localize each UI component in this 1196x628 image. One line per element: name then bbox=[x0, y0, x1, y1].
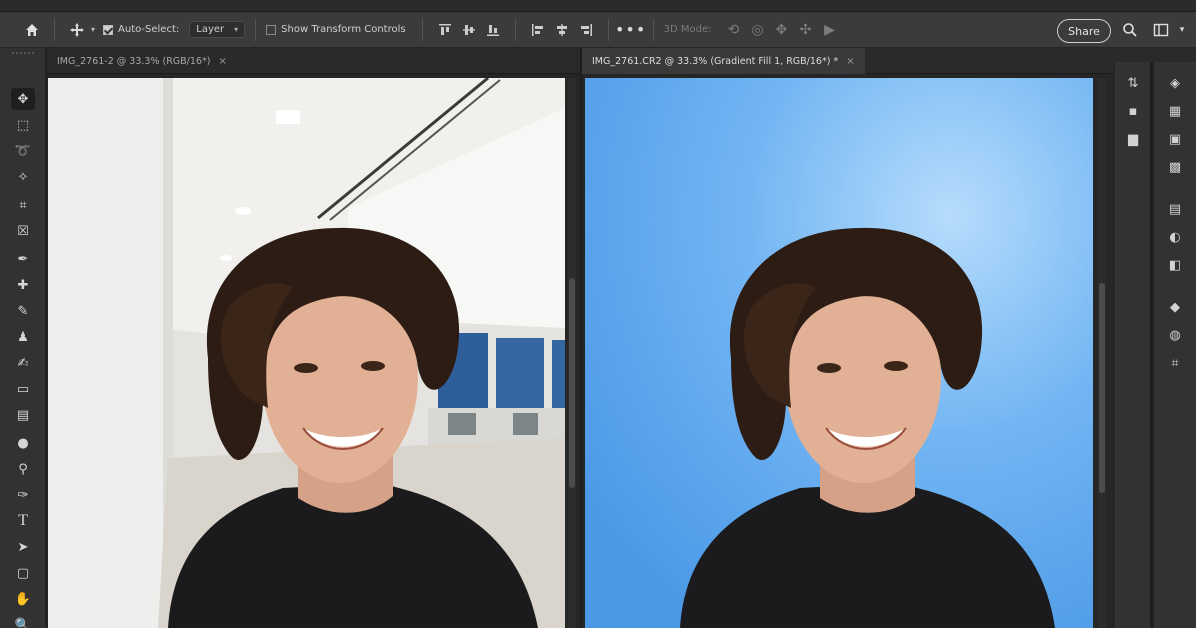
color-panel-icon[interactable]: ◈ bbox=[1164, 72, 1186, 94]
chevron-down-icon[interactable]: ▾ bbox=[91, 25, 95, 34]
app-title-strip bbox=[0, 0, 1196, 12]
align-bottom-icon[interactable] bbox=[481, 18, 505, 42]
patterns-panel-icon[interactable]: ▩ bbox=[1164, 156, 1186, 178]
layers-panel-icon[interactable]: ◆ bbox=[1164, 296, 1186, 318]
document-tab-active[interactable]: IMG_2761.CR2 @ 33.3% (Gradient Fill 1, R… bbox=[582, 48, 865, 74]
workspace-chevron-icon[interactable]: ▾ bbox=[1170, 18, 1194, 42]
document-tabbar-right: IMG_2761.CR2 @ 33.3% (Gradient Fill 1, R… bbox=[582, 48, 1114, 74]
rectangle-tool-icon[interactable]: ▢ bbox=[11, 562, 35, 584]
3d-pan-icon[interactable]: ✥ bbox=[769, 18, 793, 42]
styles-panel-icon[interactable]: ◍ bbox=[1164, 324, 1186, 346]
align-horizontal-center-icon[interactable] bbox=[550, 18, 574, 42]
edited-photo-gradient-background bbox=[585, 78, 1093, 628]
move-tool-icon[interactable]: ✥ bbox=[11, 88, 35, 110]
divider bbox=[652, 18, 654, 41]
checkbox-icon bbox=[103, 24, 114, 35]
hand-tool-icon[interactable]: ✋ bbox=[11, 588, 35, 610]
document-tab-label: IMG_2761-2 @ 33.3% (RGB/16*) bbox=[57, 55, 211, 67]
properties-panel-icon[interactable]: ▪ bbox=[1122, 100, 1144, 122]
dodge-tool-icon[interactable]: ⚲ bbox=[11, 458, 35, 480]
close-icon[interactable]: × bbox=[218, 56, 226, 67]
path-select-icon[interactable]: ➤ bbox=[11, 536, 35, 558]
align-left-icon[interactable] bbox=[526, 18, 550, 42]
show-transform-controls-checkbox[interactable]: Show Transform Controls bbox=[266, 12, 406, 48]
original-photo bbox=[48, 78, 565, 628]
auto-select-target-dropdown[interactable]: Layer ▾ bbox=[189, 21, 246, 38]
chevron-down-icon: ▾ bbox=[234, 25, 239, 34]
auto-select-label: Auto-Select: bbox=[118, 24, 180, 35]
clone-stamp-icon[interactable]: ♟ bbox=[11, 326, 35, 348]
gradient-tool-icon[interactable]: ▤ bbox=[11, 404, 35, 426]
divider bbox=[607, 18, 609, 41]
panel-dock-collapsed-1: ⇅ ▪ ▆ bbox=[1114, 62, 1150, 628]
options-bar: ▾ Auto-Select: Layer ▾ Show Transform Co… bbox=[0, 12, 1196, 48]
3d-mode-label: 3D Mode: bbox=[663, 24, 712, 35]
auto-select-target-value: Layer bbox=[196, 24, 225, 35]
3d-roll-icon[interactable]: ◎ bbox=[745, 18, 769, 42]
3d-slide-icon[interactable]: ✣ bbox=[793, 18, 817, 42]
vertical-scrollbar-left[interactable] bbox=[568, 78, 576, 628]
history-panel-icon[interactable]: ⇅ bbox=[1122, 72, 1144, 94]
scroll-thumb[interactable] bbox=[1099, 283, 1105, 493]
3d-orbit-icon[interactable]: ⟲ bbox=[721, 18, 745, 42]
panel-grip[interactable] bbox=[12, 52, 34, 54]
align-right-icon[interactable] bbox=[574, 18, 598, 42]
adjustments-panel-icon[interactable]: ◐ bbox=[1164, 226, 1186, 248]
checkbox-icon bbox=[266, 24, 277, 35]
panel-dock-collapsed-2: ◈ ▦ ▣ ▩ ▤ ◐ ◧ ◆ ◍ ⌗ bbox=[1153, 62, 1196, 628]
vertical-scrollbar-right[interactable] bbox=[1098, 78, 1106, 628]
close-icon[interactable]: × bbox=[846, 56, 854, 67]
panel-dock-header bbox=[1114, 48, 1196, 62]
gradients-panel-icon[interactable]: ▣ bbox=[1164, 128, 1186, 150]
channels-panel-icon[interactable]: ◧ bbox=[1164, 254, 1186, 276]
align-top-icon[interactable] bbox=[433, 18, 457, 42]
blur-tool-icon[interactable]: ● bbox=[11, 432, 35, 454]
scroll-thumb[interactable] bbox=[569, 278, 575, 488]
libraries-panel-icon[interactable]: ▤ bbox=[1164, 198, 1186, 220]
object-select-tool-icon[interactable]: ✧ bbox=[11, 166, 35, 188]
paths-panel-icon[interactable]: ⌗ bbox=[1164, 352, 1186, 374]
zoom-tool-icon[interactable]: 🔍 bbox=[11, 614, 35, 628]
divider bbox=[421, 18, 423, 41]
more-options-icon[interactable]: ••• bbox=[615, 18, 645, 42]
move-tool-preset-icon[interactable] bbox=[65, 18, 89, 42]
tools-panel: ✥ ⬚ ➰ ✧ ⌗ ☒ ✒ ✚ ✎ ♟ ✍ ▭ ▤ ● ⚲ ✑ T ➤ ▢ ✋ 🔍 bbox=[0, 48, 46, 628]
align-vertical-center-icon[interactable] bbox=[457, 18, 481, 42]
search-icon[interactable] bbox=[1118, 18, 1142, 42]
type-tool-icon[interactable]: T bbox=[11, 510, 35, 532]
3d-scale-icon[interactable]: ▶ bbox=[817, 18, 841, 42]
history-brush-icon[interactable]: ✍ bbox=[11, 352, 35, 374]
crop-tool-icon[interactable]: ⌗ bbox=[11, 194, 35, 216]
eyedropper-tool-icon[interactable]: ✒ bbox=[11, 248, 35, 270]
home-icon[interactable] bbox=[20, 18, 44, 42]
divider bbox=[255, 18, 257, 41]
share-button[interactable]: Share bbox=[1057, 19, 1111, 43]
divider bbox=[514, 18, 516, 41]
healing-brush-icon[interactable]: ✚ bbox=[11, 274, 35, 296]
comments-panel-icon[interactable]: ▆ bbox=[1122, 128, 1144, 150]
pen-tool-icon[interactable]: ✑ bbox=[11, 484, 35, 506]
document-tab-label: IMG_2761.CR2 @ 33.3% (Gradient Fill 1, R… bbox=[592, 55, 839, 67]
show-transform-label: Show Transform Controls bbox=[281, 24, 406, 35]
swatches-panel-icon[interactable]: ▦ bbox=[1164, 100, 1186, 122]
frame-tool-icon[interactable]: ☒ bbox=[11, 220, 35, 242]
lasso-tool-icon[interactable]: ➰ bbox=[11, 140, 35, 162]
eraser-tool-icon[interactable]: ▭ bbox=[11, 378, 35, 400]
document-tabbar-left: IMG_2761-2 @ 33.3% (RGB/16*) × bbox=[47, 48, 580, 74]
auto-select-checkbox[interactable]: Auto-Select: bbox=[103, 12, 179, 48]
marquee-tool-icon[interactable]: ⬚ bbox=[11, 114, 35, 136]
document-tab[interactable]: IMG_2761-2 @ 33.3% (RGB/16*) × bbox=[47, 48, 237, 74]
divider bbox=[54, 18, 55, 41]
brush-tool-icon[interactable]: ✎ bbox=[11, 300, 35, 322]
